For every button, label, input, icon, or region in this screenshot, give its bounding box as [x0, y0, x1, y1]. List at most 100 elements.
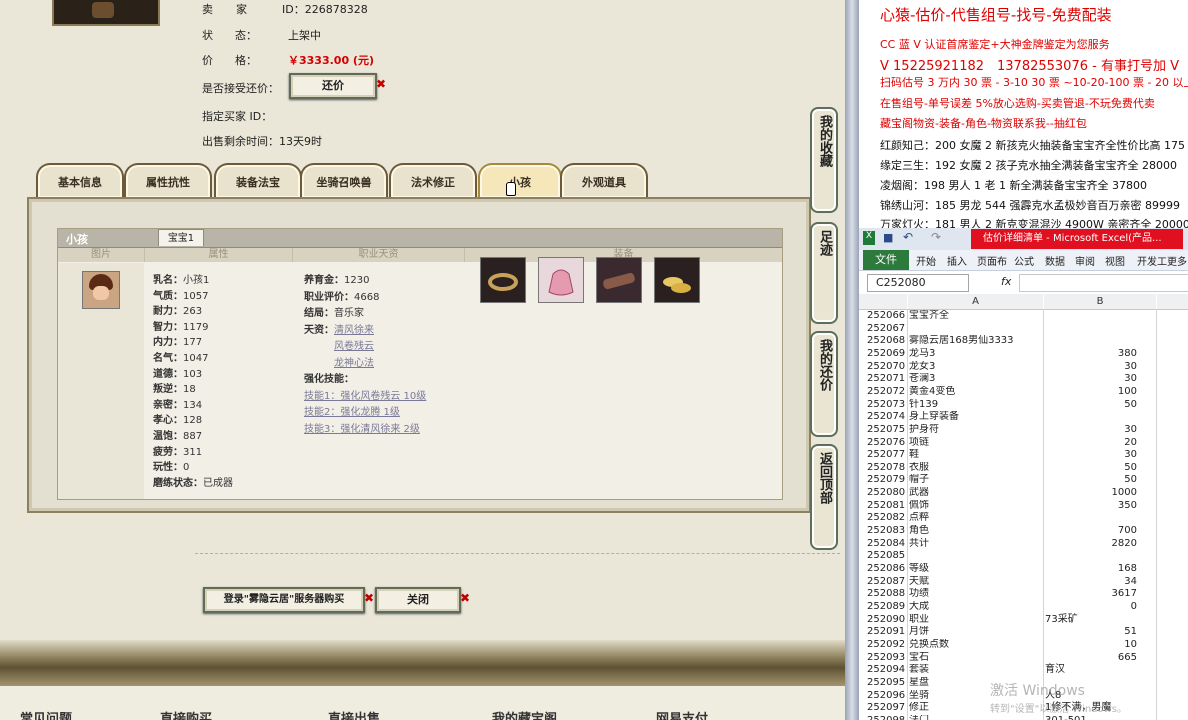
- row-number[interactable]: 252088: [867, 588, 907, 601]
- cell-b[interactable]: 30: [1047, 424, 1137, 437]
- row-number[interactable]: 252067: [867, 323, 907, 336]
- row-number[interactable]: 252070: [867, 361, 907, 374]
- cell-a[interactable]: 宝石: [909, 652, 1044, 665]
- cell-a[interactable]: 针139: [909, 399, 1044, 412]
- tab-child[interactable]: 小孩: [478, 163, 562, 198]
- cell-b[interactable]: 168: [1047, 563, 1137, 576]
- cell-b[interactable]: 0: [1047, 601, 1137, 614]
- cell-a[interactable]: 龙女3: [909, 361, 1044, 374]
- shoes-icon[interactable]: [654, 257, 700, 303]
- cell-a[interactable]: 雾隐云居168男仙3333: [909, 335, 1044, 348]
- fx-icon[interactable]: fx: [1001, 275, 1011, 288]
- cell-b[interactable]: 50: [1047, 462, 1137, 475]
- footer-link[interactable]: 直接购买: [160, 708, 212, 720]
- cell-a[interactable]: 职业: [909, 614, 1044, 627]
- undo-icon[interactable]: ↶: [903, 230, 913, 244]
- cell-a[interactable]: 护身符: [909, 424, 1044, 437]
- my-bargains-button[interactable]: 我的还价: [810, 331, 838, 437]
- row-number[interactable]: 252096: [867, 690, 907, 703]
- cell-a[interactable]: 宝宝齐全: [909, 310, 1044, 323]
- cell-a[interactable]: 角色: [909, 525, 1044, 538]
- row-number[interactable]: 252083: [867, 525, 907, 538]
- row-number[interactable]: 252071: [867, 373, 907, 386]
- ribbon-tab[interactable]: 公式: [1014, 253, 1034, 268]
- row-number[interactable]: 252089: [867, 601, 907, 614]
- cell-b[interactable]: 育汉: [1045, 664, 1155, 677]
- cell-b[interactable]: 51: [1047, 626, 1137, 639]
- cell-b[interactable]: 380: [1047, 348, 1137, 361]
- talent-link[interactable]: 风卷残云: [334, 341, 374, 352]
- row-number[interactable]: 252074: [867, 411, 907, 424]
- ring-icon[interactable]: [480, 257, 526, 303]
- skill-link[interactable]: 技能3：强化清风徐来 2级: [304, 424, 420, 435]
- my-favorites-button[interactable]: 我的收藏: [810, 107, 838, 213]
- counter-offer-button[interactable]: 还价 ✖: [289, 73, 386, 99]
- cell-a[interactable]: 功绩: [909, 588, 1044, 601]
- talent-link[interactable]: 清风徐来: [334, 325, 374, 336]
- cell-b[interactable]: 30: [1047, 449, 1137, 462]
- cell-b[interactable]: 301-501: [1045, 715, 1155, 720]
- corner-cell[interactable]: [859, 294, 907, 310]
- redo-icon[interactable]: ↷: [931, 230, 941, 244]
- row-number[interactable]: 252094: [867, 664, 907, 677]
- footer-link[interactable]: 我的藏宝阁: [492, 708, 557, 720]
- cell-b[interactable]: 10: [1047, 639, 1137, 652]
- row-number[interactable]: 252077: [867, 449, 907, 462]
- talent-link[interactable]: 龙神心法: [334, 358, 374, 369]
- tab-attributes[interactable]: 属性抗性: [124, 163, 212, 198]
- tab-baby-1[interactable]: 宝宝1: [158, 229, 204, 246]
- row-number[interactable]: 252093: [867, 652, 907, 665]
- cell-b[interactable]: 73采矿: [1045, 614, 1155, 627]
- cell-b[interactable]: 665: [1047, 652, 1137, 665]
- tab-mounts[interactable]: 坐骑召唤兽: [300, 163, 388, 198]
- row-number[interactable]: 252090: [867, 614, 907, 627]
- cell-b[interactable]: 3617: [1047, 588, 1137, 601]
- cell-b[interactable]: 350: [1047, 500, 1137, 513]
- cell-a[interactable]: 法门: [909, 715, 1044, 720]
- row-number[interactable]: 252097: [867, 702, 907, 715]
- skill-link[interactable]: 技能2：强化龙腾 1级: [304, 407, 400, 418]
- cell-a[interactable]: 武器: [909, 487, 1044, 500]
- cell-a[interactable]: 等级: [909, 563, 1044, 576]
- tab-equipment[interactable]: 装备法宝: [214, 163, 302, 198]
- cell-b[interactable]: 50: [1047, 474, 1137, 487]
- close-button[interactable]: 关闭 ✖: [375, 587, 470, 613]
- row-number[interactable]: 252095: [867, 677, 907, 690]
- column-b-header[interactable]: B: [1044, 294, 1156, 310]
- cell-b[interactable]: 30: [1047, 373, 1137, 386]
- row-number[interactable]: 252075: [867, 424, 907, 437]
- cell-b[interactable]: 100: [1047, 386, 1137, 399]
- cell-b[interactable]: 20: [1047, 437, 1137, 450]
- ribbon-tab[interactable]: 更多: [1167, 253, 1187, 268]
- footprint-button[interactable]: 足迹: [810, 222, 838, 324]
- row-number[interactable]: 252073: [867, 399, 907, 412]
- row-number[interactable]: 252098: [867, 715, 907, 720]
- cell-a[interactable]: 苍澜3: [909, 373, 1044, 386]
- cell-a[interactable]: 黄金4变色: [909, 386, 1044, 399]
- row-number[interactable]: 252079: [867, 474, 907, 487]
- cell-a[interactable]: 套装: [909, 664, 1044, 677]
- row-number[interactable]: 252069: [867, 348, 907, 361]
- ribbon-tab[interactable]: 页面布: [977, 253, 1007, 268]
- row-number[interactable]: 252091: [867, 626, 907, 639]
- column-c-header[interactable]: [1157, 294, 1188, 310]
- cell-a[interactable]: 佩饰: [909, 500, 1044, 513]
- cell-a[interactable]: 衣服: [909, 462, 1044, 475]
- footer-link[interactable]: 常见问题: [20, 708, 72, 720]
- row-number[interactable]: 252092: [867, 639, 907, 652]
- cell-b[interactable]: 1000: [1047, 487, 1137, 500]
- scroll-icon[interactable]: [596, 257, 642, 303]
- login-buy-button[interactable]: 登录"雾隐云居"服务器购买 ✖: [203, 587, 374, 613]
- pouch-icon[interactable]: [538, 257, 584, 303]
- cell-a[interactable]: 鞋: [909, 449, 1044, 462]
- cell-a[interactable]: 天赋: [909, 576, 1044, 589]
- row-number[interactable]: 252072: [867, 386, 907, 399]
- ribbon-tab[interactable]: 开始: [916, 253, 936, 268]
- ribbon-tab[interactable]: 开发工: [1137, 253, 1167, 268]
- name-box[interactable]: C252080: [867, 274, 969, 292]
- row-number[interactable]: 252084: [867, 538, 907, 551]
- ribbon-tab[interactable]: 审阅: [1075, 253, 1095, 268]
- cell-a[interactable]: 月饼: [909, 626, 1044, 639]
- cell-a[interactable]: 共计: [909, 538, 1044, 551]
- cell-a[interactable]: 帽子: [909, 474, 1044, 487]
